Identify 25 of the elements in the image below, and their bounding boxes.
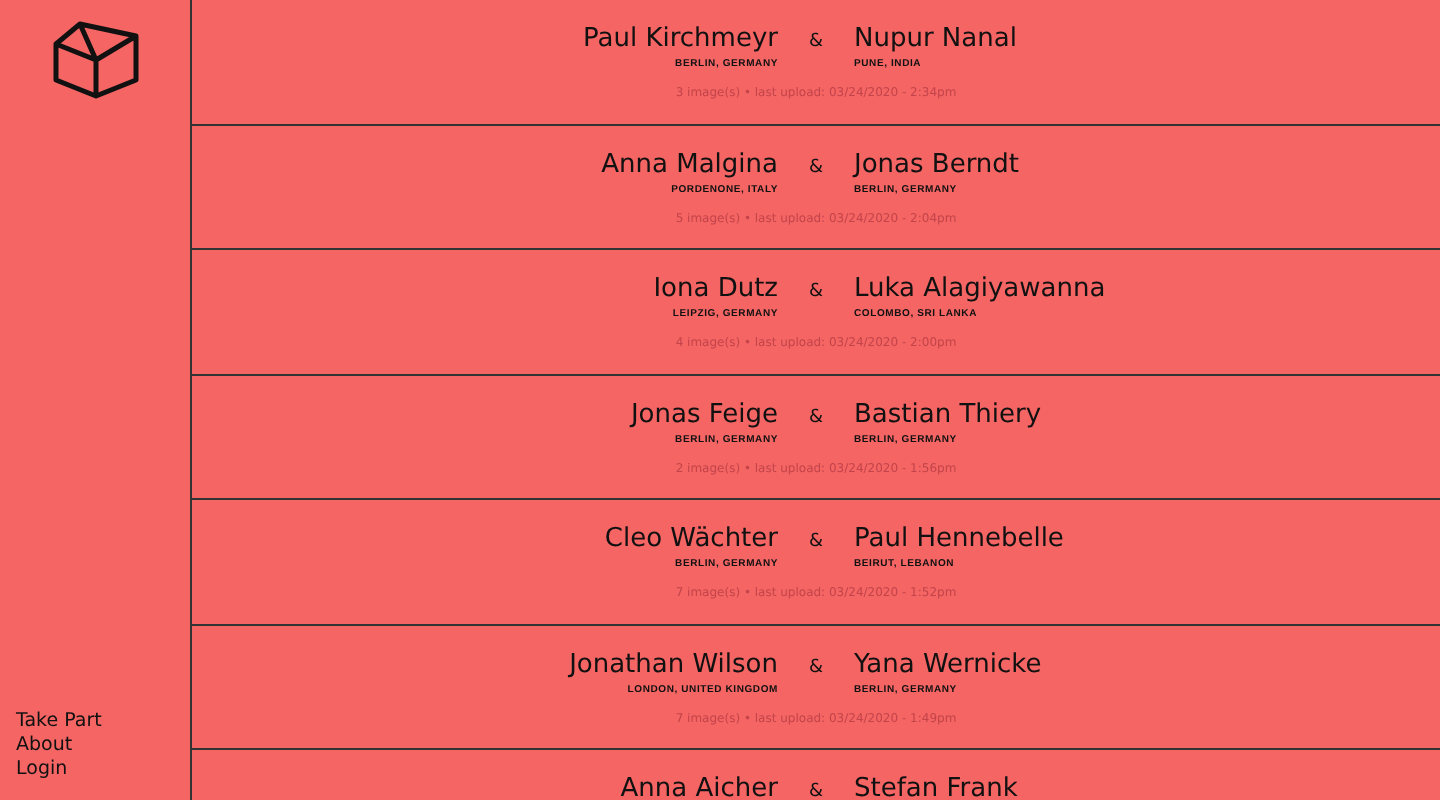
ampersand: & <box>806 157 826 177</box>
ampersand: & <box>806 407 826 427</box>
person-name[interactable]: Cleo Wächter <box>604 524 778 556</box>
ampersand: & <box>806 782 826 800</box>
person-name[interactable]: Paul Hennebelle <box>854 524 1064 556</box>
person-name[interactable]: Jonathan Wilson <box>569 649 778 681</box>
house-icon[interactable] <box>52 20 140 100</box>
person-name[interactable]: Paul Kirchmeyr <box>583 24 778 56</box>
ampersand: & <box>806 657 826 677</box>
nav-link[interactable]: About <box>16 734 102 758</box>
nav-link[interactable]: Take Part <box>16 710 102 734</box>
ampersand: & <box>806 532 826 552</box>
nav-link[interactable]: Login <box>16 758 102 782</box>
person-name[interactable]: Stefan Frank <box>854 774 1018 800</box>
ampersand: & <box>806 32 826 52</box>
person-name[interactable]: Luka Alagiyawanna <box>854 274 1106 306</box>
person-name[interactable]: Anna Aicher <box>620 774 778 800</box>
person-name[interactable]: Bastian Thiery <box>854 399 1042 431</box>
person-name[interactable]: Iona Dutz <box>653 274 778 306</box>
person-name[interactable]: Jonas Feige <box>630 399 778 431</box>
person-name[interactable]: Yana Wernicke <box>854 649 1042 681</box>
person-name[interactable]: Jonas Berndt <box>854 149 1020 181</box>
ampersand: & <box>806 282 826 302</box>
person-name[interactable]: Anna Malgina <box>601 149 778 181</box>
person-name[interactable]: Nupur Nanal <box>854 24 1017 56</box>
